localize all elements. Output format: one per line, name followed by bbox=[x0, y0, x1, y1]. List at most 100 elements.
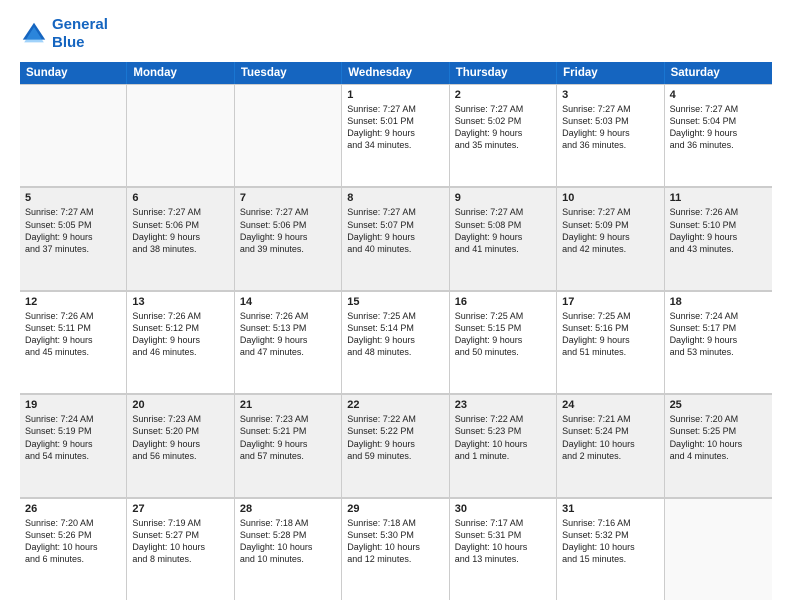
day-info: Sunrise: 7:21 AMSunset: 5:24 PMDaylight:… bbox=[562, 413, 658, 462]
day-info: Sunrise: 7:26 AMSunset: 5:10 PMDaylight:… bbox=[670, 206, 767, 255]
calendar: SundayMondayTuesdayWednesdayThursdayFrid… bbox=[20, 62, 772, 600]
header: General Blue bbox=[20, 16, 772, 52]
calendar-cell: 5 Sunrise: 7:27 AMSunset: 5:05 PMDaylight… bbox=[20, 188, 127, 289]
day-info: Sunrise: 7:19 AMSunset: 5:27 PMDaylight:… bbox=[132, 517, 228, 566]
day-info: Sunrise: 7:24 AMSunset: 5:17 PMDaylight:… bbox=[670, 310, 767, 359]
calendar-cell: 14Sunrise: 7:26 AMSunset: 5:13 PMDayligh… bbox=[235, 292, 342, 393]
day-number: 5 bbox=[25, 192, 121, 204]
day-number: 23 bbox=[455, 399, 551, 411]
header-day-saturday: Saturday bbox=[665, 62, 772, 84]
calendar-cell: 28 Sunrise: 7:18 AMSunset: 5:28 PMDayligh… bbox=[235, 499, 342, 600]
day-number: 31 bbox=[562, 503, 658, 515]
day-number: 20 bbox=[132, 399, 228, 411]
calendar-cell: 17 Sunrise: 7:25 AMSunset: 5:16 PMDayligh… bbox=[557, 292, 664, 393]
calendar-cell: 23 Sunrise: 7:22 AMSunset: 5:23 PMDayligh… bbox=[450, 395, 557, 496]
day-info: Sunrise: 7:20 AMSunset: 5:25 PMDaylight:… bbox=[670, 413, 767, 462]
header-day-wednesday: Wednesday bbox=[342, 62, 449, 84]
day-info: Sunrise: 7:18 AMSunset: 5:28 PMDaylight:… bbox=[240, 517, 336, 566]
day-info: Sunrise: 7:27 AMSunset: 5:02 PMDaylight:… bbox=[455, 103, 551, 152]
header-day-thursday: Thursday bbox=[450, 62, 557, 84]
day-number: 25 bbox=[670, 399, 767, 411]
calendar-cell: 3 Sunrise: 7:27 AMSunset: 5:03 PMDaylight… bbox=[557, 85, 664, 186]
calendar-cell: 8 Sunrise: 7:27 AMSunset: 5:07 PMDaylight… bbox=[342, 188, 449, 289]
day-info: Sunrise: 7:25 AMSunset: 5:14 PMDaylight:… bbox=[347, 310, 443, 359]
calendar-week-2: 5 Sunrise: 7:27 AMSunset: 5:05 PMDaylight… bbox=[20, 187, 772, 290]
calendar-cell: 31 Sunrise: 7:16 AMSunset: 5:32 PMDayligh… bbox=[557, 499, 664, 600]
day-number: 26 bbox=[25, 503, 121, 515]
day-number: 16 bbox=[455, 296, 551, 308]
day-number: 29 bbox=[347, 503, 443, 515]
header-day-tuesday: Tuesday bbox=[235, 62, 342, 84]
calendar-week-5: 26 Sunrise: 7:20 AMSunset: 5:26 PMDayligh… bbox=[20, 498, 772, 600]
day-number: 13 bbox=[132, 296, 228, 308]
day-number: 1 bbox=[347, 89, 443, 101]
day-number: 28 bbox=[240, 503, 336, 515]
day-info: Sunrise: 7:27 AMSunset: 5:03 PMDaylight:… bbox=[562, 103, 658, 152]
day-info: Sunrise: 7:27 AMSunset: 5:06 PMDaylight:… bbox=[132, 206, 228, 255]
day-info: Sunrise: 7:20 AMSunset: 5:26 PMDaylight:… bbox=[25, 517, 121, 566]
day-info: Sunrise: 7:16 AMSunset: 5:32 PMDaylight:… bbox=[562, 517, 658, 566]
calendar-cell bbox=[127, 85, 234, 186]
calendar-cell bbox=[665, 499, 772, 600]
day-info: Sunrise: 7:26 AMSunset: 5:13 PMDaylight:… bbox=[240, 310, 336, 359]
day-info: Sunrise: 7:27 AMSunset: 5:01 PMDaylight:… bbox=[347, 103, 443, 152]
calendar-cell: 9 Sunrise: 7:27 AMSunset: 5:08 PMDaylight… bbox=[450, 188, 557, 289]
calendar-body: 1 Sunrise: 7:27 AMSunset: 5:01 PMDaylight… bbox=[20, 84, 772, 600]
day-number: 22 bbox=[347, 399, 443, 411]
day-info: Sunrise: 7:27 AMSunset: 5:06 PMDaylight:… bbox=[240, 206, 336, 255]
day-info: Sunrise: 7:18 AMSunset: 5:30 PMDaylight:… bbox=[347, 517, 443, 566]
calendar-cell: 1 Sunrise: 7:27 AMSunset: 5:01 PMDaylight… bbox=[342, 85, 449, 186]
day-number: 24 bbox=[562, 399, 658, 411]
calendar-cell: 18 Sunrise: 7:24 AMSunset: 5:17 PMDayligh… bbox=[665, 292, 772, 393]
day-number: 7 bbox=[240, 192, 336, 204]
calendar-cell: 2 Sunrise: 7:27 AMSunset: 5:02 PMDaylight… bbox=[450, 85, 557, 186]
day-number: 19 bbox=[25, 399, 121, 411]
day-info: Sunrise: 7:24 AMSunset: 5:19 PMDaylight:… bbox=[25, 413, 121, 462]
header-day-monday: Monday bbox=[127, 62, 234, 84]
day-info: Sunrise: 7:27 AMSunset: 5:04 PMDaylight:… bbox=[670, 103, 767, 152]
day-number: 15 bbox=[347, 296, 443, 308]
day-number: 17 bbox=[562, 296, 658, 308]
calendar-cell: 16 Sunrise: 7:25 AMSunset: 5:15 PMDayligh… bbox=[450, 292, 557, 393]
calendar-cell: 30Sunrise: 7:17 AMSunset: 5:31 PMDayligh… bbox=[450, 499, 557, 600]
day-number: 18 bbox=[670, 296, 767, 308]
calendar-cell: 4 Sunrise: 7:27 AMSunset: 5:04 PMDaylight… bbox=[665, 85, 772, 186]
day-info: Sunrise: 7:27 AMSunset: 5:05 PMDaylight:… bbox=[25, 206, 121, 255]
day-info: Sunrise: 7:23 AMSunset: 5:21 PMDaylight:… bbox=[240, 413, 336, 462]
calendar-cell: 19 Sunrise: 7:24 AMSunset: 5:19 PMDayligh… bbox=[20, 395, 127, 496]
calendar-cell: 15 Sunrise: 7:25 AMSunset: 5:14 PMDayligh… bbox=[342, 292, 449, 393]
day-info: Sunrise: 7:27 AMSunset: 5:07 PMDaylight:… bbox=[347, 206, 443, 255]
calendar-cell: 12 Sunrise: 7:26 AMSunset: 5:11 PMDayligh… bbox=[20, 292, 127, 393]
calendar-cell: 29 Sunrise: 7:18 AMSunset: 5:30 PMDayligh… bbox=[342, 499, 449, 600]
calendar-cell: 13 Sunrise: 7:26 AMSunset: 5:12 PMDayligh… bbox=[127, 292, 234, 393]
header-day-friday: Friday bbox=[557, 62, 664, 84]
day-number: 12 bbox=[25, 296, 121, 308]
calendar-header: SundayMondayTuesdayWednesdayThursdayFrid… bbox=[20, 62, 772, 84]
calendar-cell: 26 Sunrise: 7:20 AMSunset: 5:26 PMDayligh… bbox=[20, 499, 127, 600]
calendar-cell: 11Sunrise: 7:26 AMSunset: 5:10 PMDayligh… bbox=[665, 188, 772, 289]
day-info: Sunrise: 7:23 AMSunset: 5:20 PMDaylight:… bbox=[132, 413, 228, 462]
calendar-cell: 27Sunrise: 7:19 AMSunset: 5:27 PMDayligh… bbox=[127, 499, 234, 600]
day-number: 9 bbox=[455, 192, 551, 204]
day-number: 6 bbox=[132, 192, 228, 204]
calendar-week-1: 1 Sunrise: 7:27 AMSunset: 5:01 PMDaylight… bbox=[20, 84, 772, 187]
day-info: Sunrise: 7:26 AMSunset: 5:11 PMDaylight:… bbox=[25, 310, 121, 359]
day-info: Sunrise: 7:27 AMSunset: 5:08 PMDaylight:… bbox=[455, 206, 551, 255]
day-number: 4 bbox=[670, 89, 767, 101]
day-info: Sunrise: 7:25 AMSunset: 5:15 PMDaylight:… bbox=[455, 310, 551, 359]
day-number: 21 bbox=[240, 399, 336, 411]
day-info: Sunrise: 7:22 AMSunset: 5:23 PMDaylight:… bbox=[455, 413, 551, 462]
logo-text: General Blue bbox=[52, 16, 108, 52]
day-info: Sunrise: 7:17 AMSunset: 5:31 PMDaylight:… bbox=[455, 517, 551, 566]
calendar-week-4: 19 Sunrise: 7:24 AMSunset: 5:19 PMDayligh… bbox=[20, 394, 772, 497]
day-number: 8 bbox=[347, 192, 443, 204]
calendar-cell: 21 Sunrise: 7:23 AMSunset: 5:21 PMDayligh… bbox=[235, 395, 342, 496]
header-day-sunday: Sunday bbox=[20, 62, 127, 84]
day-number: 3 bbox=[562, 89, 658, 101]
page: General Blue SundayMondayTuesdayWednesda… bbox=[0, 0, 792, 612]
day-info: Sunrise: 7:26 AMSunset: 5:12 PMDaylight:… bbox=[132, 310, 228, 359]
day-number: 2 bbox=[455, 89, 551, 101]
calendar-cell: 20 Sunrise: 7:23 AMSunset: 5:20 PMDayligh… bbox=[127, 395, 234, 496]
calendar-cell: 24 Sunrise: 7:21 AMSunset: 5:24 PMDayligh… bbox=[557, 395, 664, 496]
day-info: Sunrise: 7:25 AMSunset: 5:16 PMDaylight:… bbox=[562, 310, 658, 359]
